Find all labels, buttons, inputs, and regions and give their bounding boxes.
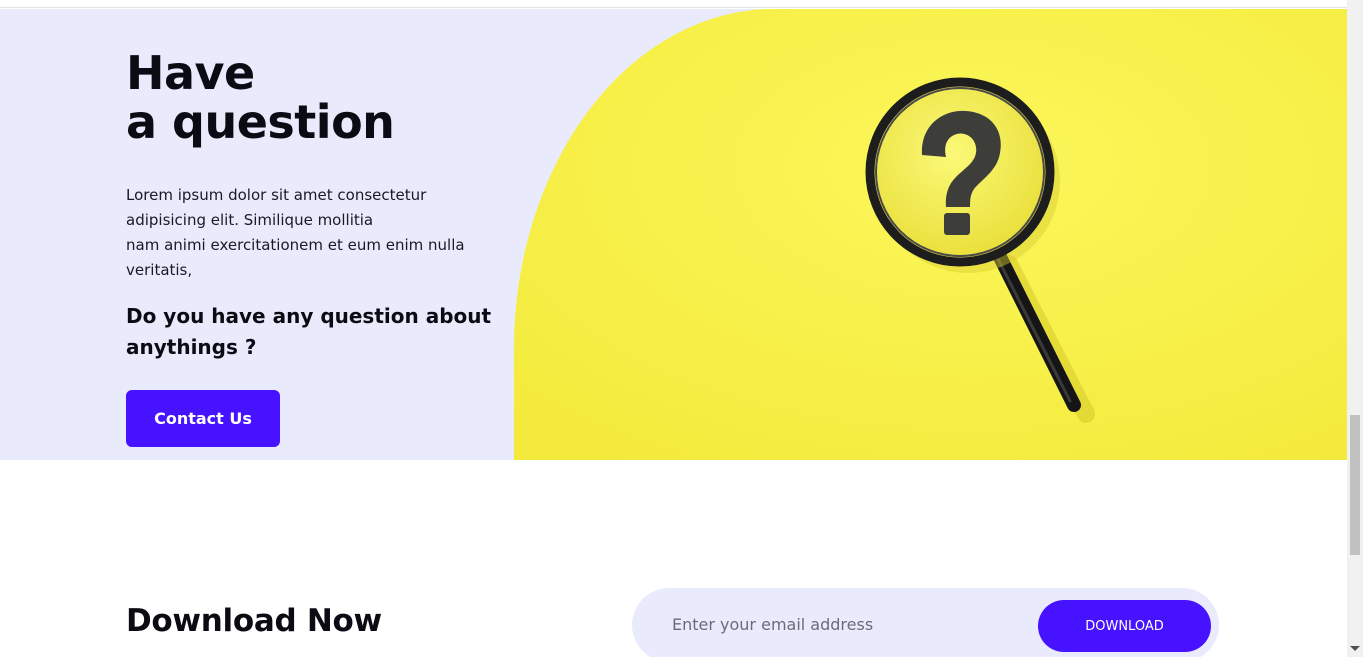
question-hero-section: Have a question Lorem ipsum dolor sit am… <box>0 9 1347 460</box>
hero-title: Have a question <box>126 49 506 147</box>
contact-us-button[interactable]: Contact Us <box>126 390 280 447</box>
hero-text-block: Have a question Lorem ipsum dolor sit am… <box>126 49 506 363</box>
download-button[interactable]: DOWNLOAD <box>1038 600 1211 652</box>
hero-description: Lorem ipsum dolor sit amet consectetur a… <box>126 183 501 283</box>
hero-description-line-2: nam animi exercitationem et eum enim nul… <box>126 236 465 279</box>
page: Have a question Lorem ipsum dolor sit am… <box>0 0 1363 657</box>
scrollbar-thumb[interactable] <box>1350 415 1360 555</box>
download-title: Download Now <box>126 603 382 639</box>
download-form: DOWNLOAD <box>632 588 1219 657</box>
hero-image <box>514 9 1347 460</box>
hero-description-line-1: Lorem ipsum dolor sit amet consectetur a… <box>126 186 427 229</box>
magnifying-glass-question-icon <box>514 9 1347 460</box>
email-input[interactable] <box>660 606 1030 642</box>
top-divider <box>0 0 1347 8</box>
scroll-down-arrow-icon[interactable] <box>1350 646 1360 651</box>
hero-question: Do you have any question about anythings… <box>126 304 492 359</box>
hero-title-line-2: a question <box>126 95 395 149</box>
hero-title-line-1: Have <box>126 46 255 100</box>
vertical-scrollbar[interactable] <box>1347 0 1363 657</box>
